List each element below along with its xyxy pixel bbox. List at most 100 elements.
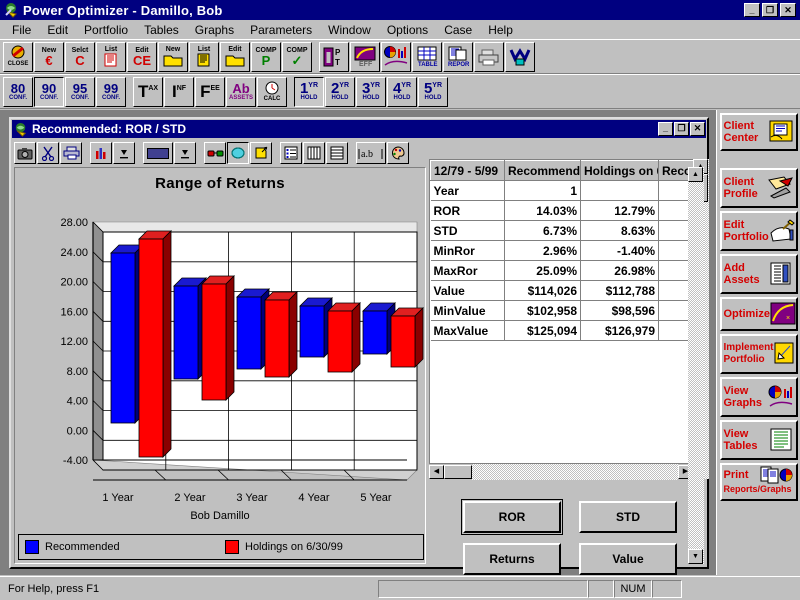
add-assets-side-button[interactable]: Add Assets <box>720 254 798 294</box>
conf-99-button[interactable]: 99 CONF. <box>96 77 126 107</box>
value-button[interactable]: Value <box>579 543 677 575</box>
hold-5yr-button[interactable]: 5 YR HOLD <box>418 77 448 107</box>
cell-year-holdings[interactable] <box>581 181 659 201</box>
cell-maxvalue-holdings[interactable]: $126,979 <box>581 321 659 341</box>
view-tables-button[interactable]: View Tables <box>720 420 798 460</box>
cell-ror-recommended[interactable]: 14.03% <box>505 201 581 221</box>
edit-portfolio-button[interactable]: Edit Portfolio <box>720 211 798 251</box>
col-header-period[interactable]: 12/79 - 5/99 <box>431 161 505 181</box>
cell-minvalue-recommended[interactable]: $102,958 <box>505 301 581 321</box>
menu-item-window[interactable]: Window <box>320 21 379 39</box>
graphs-button[interactable] <box>381 42 411 72</box>
perspective-button[interactable] <box>250 142 272 164</box>
rotate-button[interactable] <box>227 142 249 164</box>
menu-item-edit[interactable]: Edit <box>39 21 76 39</box>
3d-glasses-button[interactable] <box>204 142 226 164</box>
close-button[interactable]: ✕ <box>780 3 796 17</box>
efficient-frontier-button[interactable]: EFF <box>350 42 380 72</box>
minimize-button[interactable]: _ <box>744 3 760 17</box>
menu-item-file[interactable]: File <box>4 21 39 39</box>
comp-check-button[interactable]: COMP ✓ <box>282 42 312 72</box>
color-dropdown[interactable] <box>174 142 196 164</box>
menu-item-options[interactable]: Options <box>379 21 436 39</box>
table-row[interactable]: ROR 14.03% 12.79% <box>431 201 695 221</box>
opt-pt-button[interactable]: P T <box>319 42 349 72</box>
table-row[interactable]: MaxRor 25.09% 26.98% <box>431 261 695 281</box>
list-folder-button[interactable]: List <box>189 42 219 72</box>
cell-maxror-holdings[interactable]: 26.98% <box>581 261 659 281</box>
report-button[interactable]: REPORT <box>443 42 473 72</box>
fee-button[interactable]: F EE <box>195 77 225 107</box>
chart-type-button[interactable] <box>90 142 112 164</box>
table-row[interactable]: MaxValue $125,094 $126,979 <box>431 321 695 341</box>
child-scroll-down-icon[interactable]: ▼ <box>688 549 703 564</box>
tax-button[interactable]: T AX <box>133 77 163 107</box>
implement-portfolio-button[interactable]: Implement Portfolio <box>720 334 798 374</box>
cell-year-recommended[interactable]: 1 <box>505 181 581 201</box>
returns-button[interactable]: Returns <box>463 543 561 575</box>
table-button[interactable]: TABLE <box>412 42 442 72</box>
vertical-grid-button[interactable] <box>303 142 325 164</box>
conf-95-button[interactable]: 95 CONF. <box>65 77 95 107</box>
child-scroll-up-icon[interactable]: ▲ <box>688 167 703 182</box>
cell-std-recommended[interactable]: 6.73% <box>505 221 581 241</box>
close-case-button[interactable]: CLOSE <box>3 42 33 72</box>
menu-item-tables[interactable]: Tables <box>136 21 187 39</box>
comp-p-button[interactable]: COMP P <box>251 42 281 72</box>
print-reports-button[interactable]: Print Reports/Graphs <box>720 463 798 501</box>
palette-button[interactable] <box>387 142 409 164</box>
table-row[interactable]: MinValue $102,958 $98,596 <box>431 301 695 321</box>
view-graphs-button[interactable]: View Graphs <box>720 377 798 417</box>
conf-80-button[interactable]: 80 CONF. <box>3 77 33 107</box>
horizontal-grid-button[interactable] <box>326 142 348 164</box>
cell-minvalue-holdings[interactable]: $98,596 <box>581 301 659 321</box>
cell-value-holdings[interactable]: $112,788 <box>581 281 659 301</box>
text-button[interactable]: a.b <box>356 142 386 164</box>
table-horizontal-scrollbar[interactable]: ◀ ▶ <box>429 463 693 479</box>
data-sheet-button[interactable] <box>280 142 302 164</box>
child-window-vertical-scrollbar[interactable]: ▲ ▼ <box>688 167 704 564</box>
optimize-button[interactable]: Optimize × <box>720 297 798 331</box>
menu-item-portfolio[interactable]: Portfolio <box>76 21 136 39</box>
hold-2yr-button[interactable]: 2 YR HOLD <box>325 77 355 107</box>
child-minimize-button[interactable]: _ <box>658 122 673 136</box>
cell-minror-recommended[interactable]: 2.96% <box>505 241 581 261</box>
edit-case-button[interactable]: Edit CE <box>127 42 157 72</box>
std-button[interactable]: STD <box>579 501 677 533</box>
menu-item-case[interactable]: Case <box>436 21 480 39</box>
restore-button[interactable]: ❐ <box>762 3 778 17</box>
table-row[interactable]: MinRor 2.96% -1.40% <box>431 241 695 261</box>
chart-type-dropdown[interactable] <box>113 142 135 164</box>
camera-button[interactable] <box>14 142 36 164</box>
cell-maxror-recommended[interactable]: 25.09% <box>505 261 581 281</box>
new-client-button[interactable]: New € <box>34 42 64 72</box>
table-row[interactable]: Value $114,026 $112,788 <box>431 281 695 301</box>
exit-button[interactable] <box>505 42 535 72</box>
calc-button[interactable]: CALC <box>257 77 287 107</box>
print-button[interactable] <box>474 42 504 72</box>
table-row[interactable]: Year 1 <box>431 181 695 201</box>
hold-1yr-button[interactable]: 1 YR HOLD <box>294 77 324 107</box>
print-graph-button[interactable] <box>60 142 82 164</box>
cell-minror-holdings[interactable]: -1.40% <box>581 241 659 261</box>
cell-maxvalue-recommended[interactable]: $125,094 <box>505 321 581 341</box>
col-header-holdings[interactable]: Holdings on 6/ <box>581 161 659 181</box>
menu-item-parameters[interactable]: Parameters <box>242 21 320 39</box>
conf-90-button[interactable]: 90 CONF. <box>34 77 64 107</box>
select-client-button[interactable]: Selct C <box>65 42 95 72</box>
child-close-button[interactable]: ✕ <box>690 122 705 136</box>
horizontal-scroll-track[interactable] <box>472 464 678 480</box>
menu-item-help[interactable]: Help <box>480 21 521 39</box>
add-assets-button[interactable]: Ab ASSETS <box>226 77 256 107</box>
inf-button[interactable]: I NF <box>164 77 194 107</box>
menu-item-graphs[interactable]: Graphs <box>187 21 242 39</box>
horizontal-scroll-thumb[interactable] <box>444 465 472 479</box>
cell-ror-holdings[interactable]: 12.79% <box>581 201 659 221</box>
client-center-button[interactable]: Client Center <box>720 113 798 151</box>
list-clients-button[interactable]: List <box>96 42 126 72</box>
child-maximize-button[interactable]: ❐ <box>674 122 689 136</box>
new-folder-button[interactable]: New <box>158 42 188 72</box>
cut-button[interactable] <box>37 142 59 164</box>
client-profile-button[interactable]: Client Profile <box>720 168 798 208</box>
cell-value-recommended[interactable]: $114,026 <box>505 281 581 301</box>
